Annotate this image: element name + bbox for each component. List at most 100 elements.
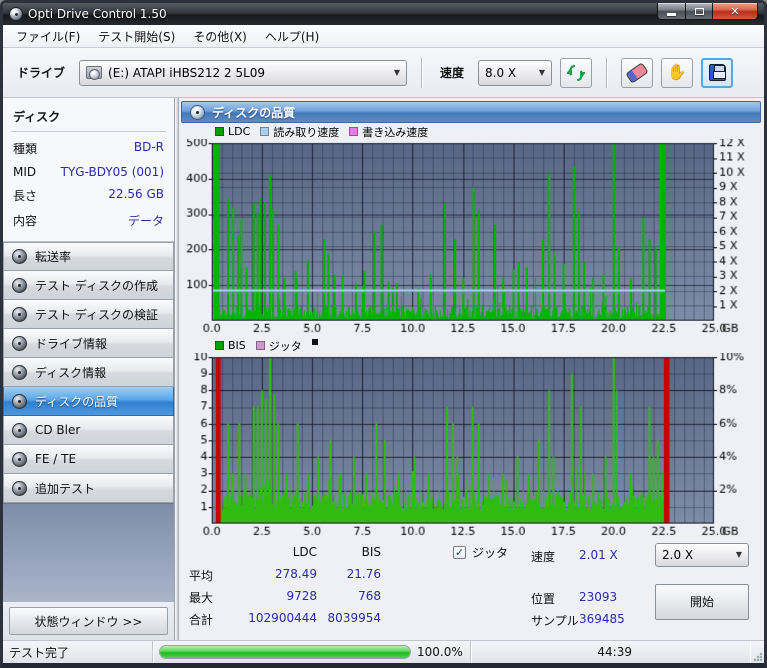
hand-icon: ✋ [667,63,687,81]
sidebar-item-additional-tests[interactable]: 追加テスト [3,474,174,503]
sidebar-item-label: ディスクの品質 [35,394,119,409]
sidebar-bottom: 状態ウィンドウ >> [3,602,174,640]
chevron-down-icon: ▼ [393,68,401,77]
disc-icon [12,277,27,293]
test-speed-select-value: 2.0 X [662,547,694,562]
disc-info-row-mid: MID TYG-BDY05 (001) [11,161,166,183]
legend-label: ジッタ [268,339,302,353]
progress-percent: 100.0% [417,645,463,659]
bis-swatch-icon [215,341,224,351]
maximize-button[interactable] [686,3,713,20]
position-value: 23093 [579,589,618,604]
refresh-button[interactable] [560,57,593,88]
test-speed-select[interactable]: 2.0 X ▼ [655,542,749,567]
sidebar-item-label: FE / TE [35,452,77,466]
jitter-checkbox[interactable]: ✓ [453,545,466,559]
ldc-column-header: LDC [292,544,317,559]
sidebar-filler [3,503,174,602]
page-title: ディスクの品質 [212,105,296,120]
drive-select[interactable]: (E:) ATAPI iHBS212 2 5L09 ▼ [79,59,408,86]
speed-select[interactable]: 8.0 X ▼ [478,59,553,86]
legend-item-jitter: ジッタ [255,338,302,354]
sidebar-item-cd-bler[interactable]: CD Bler [3,416,174,445]
quality-chart-bis [181,353,761,540]
eraser-icon [625,61,649,84]
menu-other[interactable]: その他(X) [184,26,256,47]
legend-label: BIS [228,339,246,353]
samples-value: 369485 [579,611,625,626]
legend-label: 読み取り速度 [273,125,340,139]
sidebar-item-label: テスト ディスクの検証 [35,307,158,322]
sidebar-item-disc-info[interactable]: ディスク情報 [3,358,174,387]
stop-button[interactable]: ✋ [661,57,694,88]
write-speed-swatch-icon [349,127,359,136]
content-panel: ディスクの品質 LDC 読み取り速度 書き込み速度 BIS ジッタ LDC BI… [179,98,764,640]
sidebar-item-drive-info[interactable]: ドライブ情報 [3,329,174,358]
status-window-button[interactable]: 状態ウィンドウ >> [9,607,168,635]
disc-mid-value: TYG-BDY05 (001) [60,165,164,179]
disc-content-label: 内容 [13,214,38,228]
total-ldc-value: 102900444 [248,610,317,625]
average-ldc-value: 278.49 [275,566,317,581]
disc-icon [12,364,27,380]
quality-chart-ldc [181,139,761,338]
ldc-swatch-icon [215,127,224,136]
sidebar-item-fe-te[interactable]: FE / TE [3,445,174,474]
resize-grip[interactable] [750,641,764,663]
toolbar-separator [606,57,608,88]
minimize-button[interactable] [657,3,686,20]
speed-select-value: 8.0 X [485,65,517,80]
sidebar-item-label: ドライブ情報 [35,336,108,351]
maximum-label: 最大 [189,590,214,605]
erase-button[interactable] [621,57,654,88]
app-window: Opti Drive Control 1.50 ✕ ファイル(F) テスト開始(… [0,0,767,668]
legend-item-write-speed: 書き込み速度 [349,124,428,140]
maximize-icon [694,7,704,15]
chevron-down-icon: ▼ [735,550,742,560]
save-button[interactable] [701,57,734,88]
progress-bar [159,645,411,659]
bis-column-header: BIS [361,544,381,559]
disc-info-row-type: 種類 BD-R [11,136,166,161]
jitter-checkbox-wrap: ✓ ジッタ [453,544,508,561]
sidebar-item-transfer-rate[interactable]: 転送率 [3,242,174,271]
disc-info-row-content: 内容 データ [11,208,166,233]
disc-content-value: データ [127,214,164,228]
page-title-bar: ディスクの品質 [181,101,761,123]
sidebar-item-create-test-disc[interactable]: テスト ディスクの作成 [3,271,174,300]
disc-icon [190,104,205,120]
elapsed-time-section: 44:39 [471,641,750,663]
status-bar: テスト完了 100.0% 44:39 [3,640,764,663]
progress-bar-fill [160,646,410,658]
sidebar-item-label: CD Bler [35,423,81,437]
disc-icon [12,480,27,496]
sidebar-item-disc-quality[interactable]: ディスクの品質 [3,387,174,416]
status-text: テスト完了 [9,645,70,660]
disc-length-label: 長さ [13,189,38,203]
disc-icon [12,249,27,264]
read-speed-swatch-icon [260,127,270,136]
close-button[interactable]: ✕ [713,3,758,20]
start-button[interactable]: 開始 [655,583,749,620]
disc-type-label: 種類 [13,142,38,156]
menu-bar: ファイル(F) テスト開始(S) その他(X) ヘルプ(H) [3,25,764,48]
menu-file[interactable]: ファイル(F) [7,26,89,47]
maximum-ldc-value: 9728 [286,588,317,603]
sidebar: ディスク 種類 BD-R MID TYG-BDY05 (001) 長さ 22.5… [3,98,175,640]
position-label: 位置 [531,591,556,606]
sidebar-item-label: 転送率 [35,250,72,264]
menu-start-test[interactable]: テスト開始(S) [89,26,184,47]
close-icon: ✕ [730,4,740,18]
chart2-legend: BIS ジッタ [181,338,761,353]
total-bis-value: 8039954 [327,610,381,625]
results-panel: LDC BIS 平均 278.49 21.76 最大 9728 768 合計 1… [181,540,761,640]
sidebar-item-verify-test-disc[interactable]: テスト ディスクの検証 [3,300,174,329]
progress-section: 100.0% [153,641,471,663]
disc-mid-label: MID [13,165,37,179]
total-label: 合計 [189,612,214,627]
legend-label: LDC [228,125,251,138]
menu-help[interactable]: ヘルプ(H) [256,26,328,47]
legend-item-read-speed: 読み取り速度 [260,124,339,140]
sidebar-test-buttons: 転送率 テスト ディスクの作成 テスト ディスクの検証 ドライブ情報 ディスク情… [3,242,174,503]
disc-icon [12,422,27,438]
